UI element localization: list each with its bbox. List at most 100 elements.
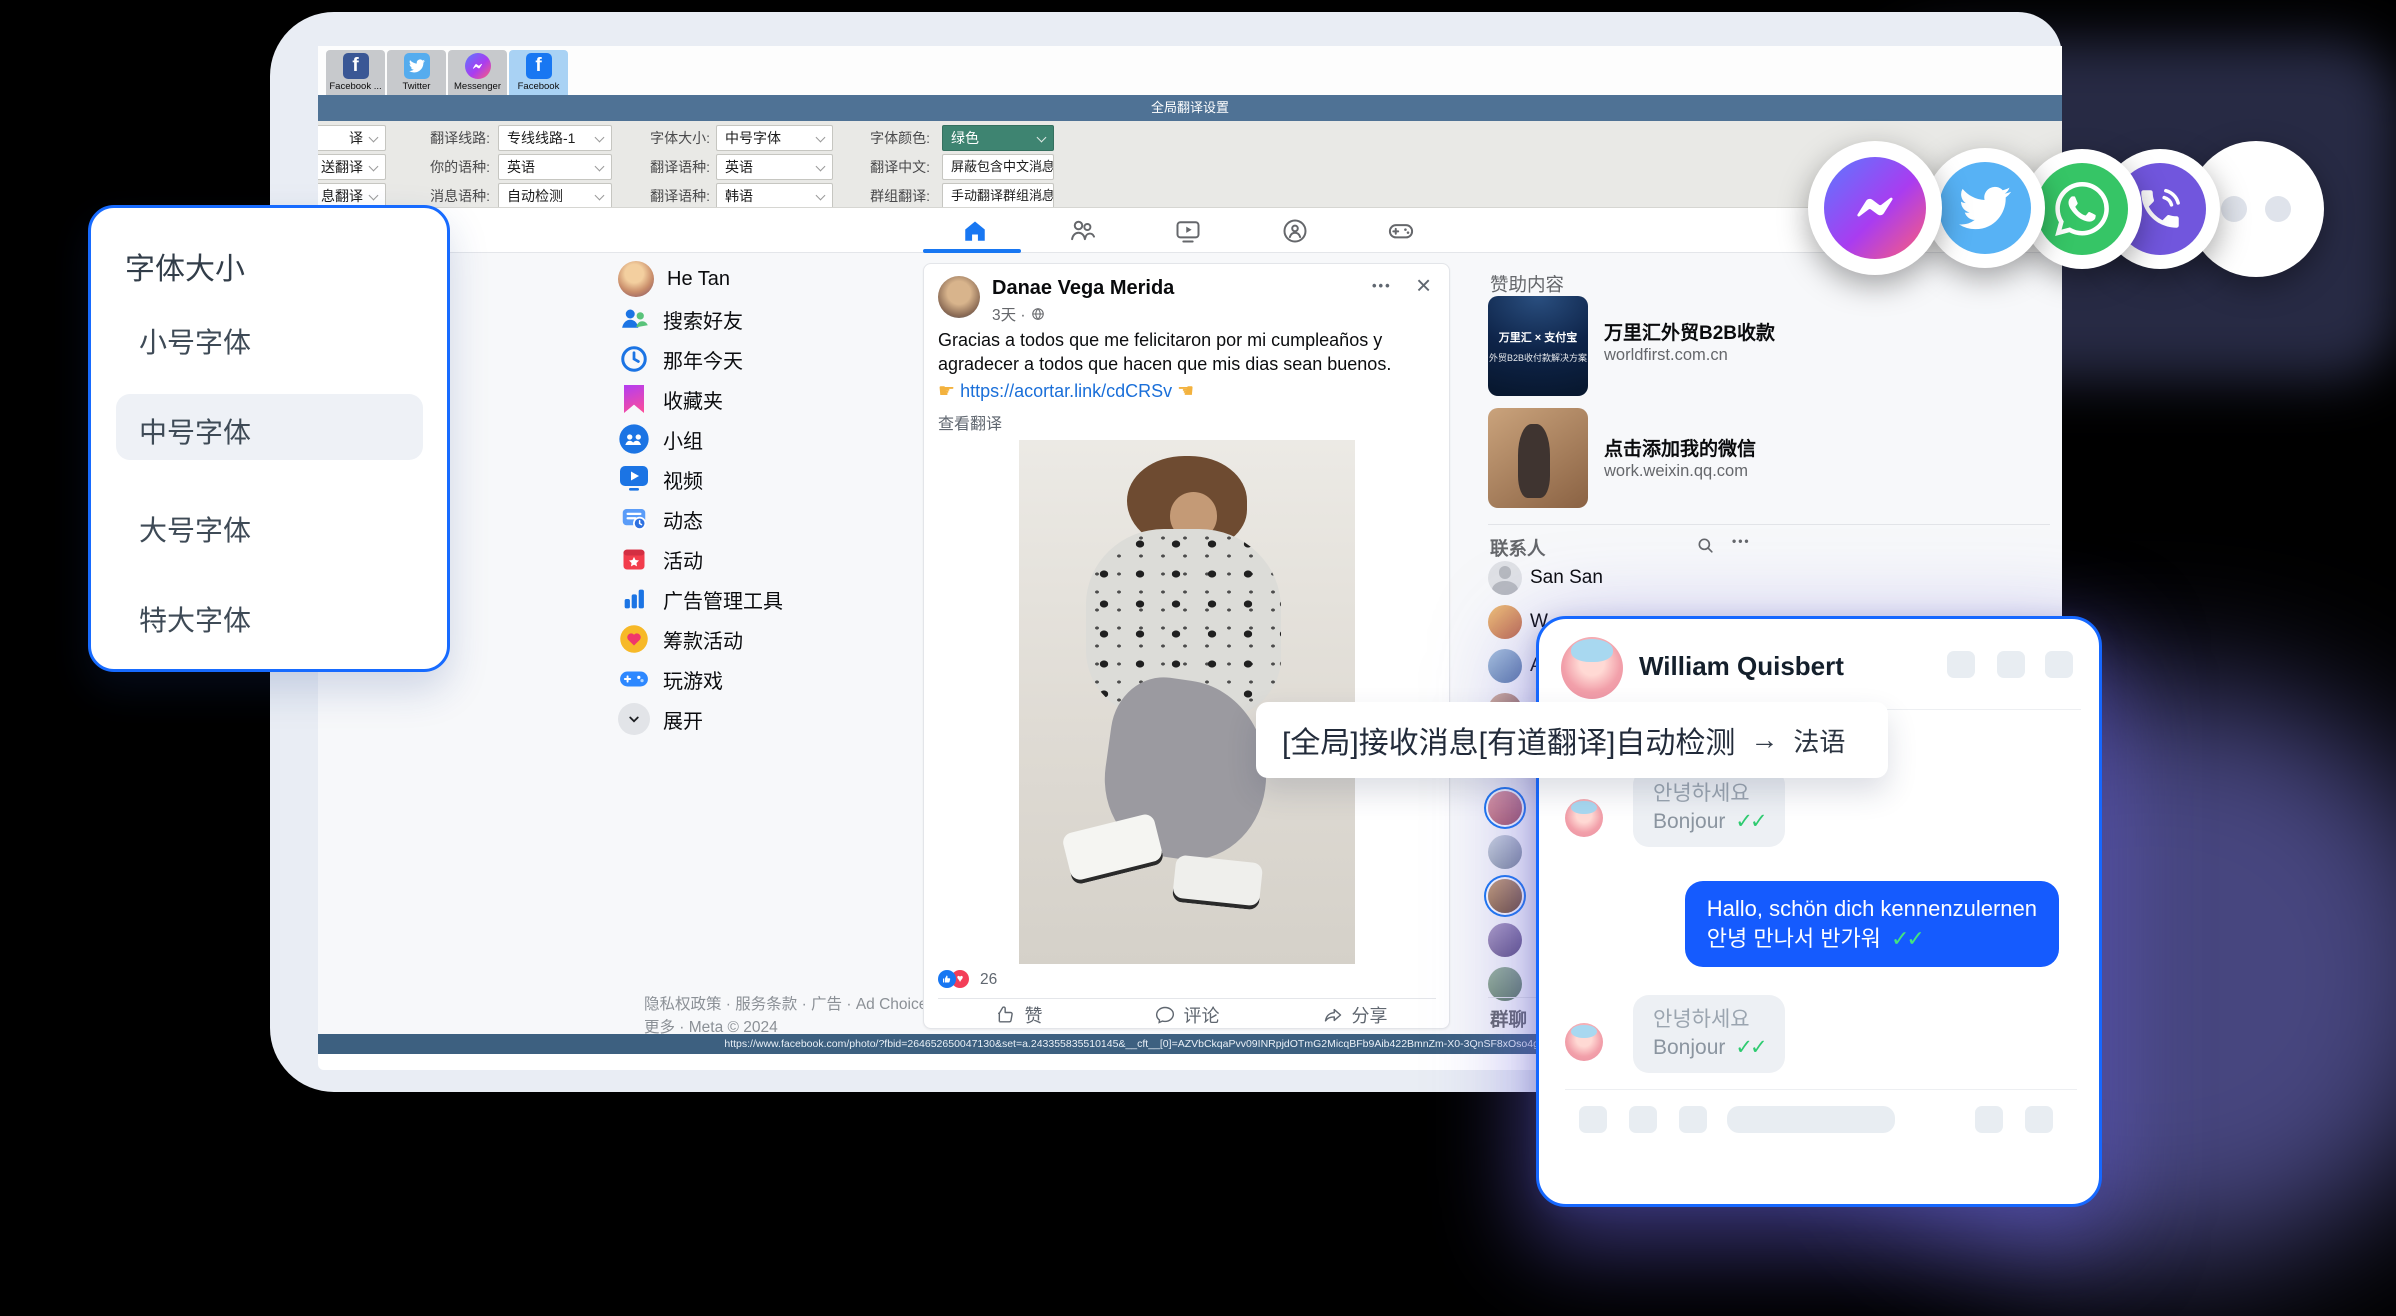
friends-icon[interactable]: [1062, 211, 1102, 251]
post-link-line[interactable]: ☛ https://acortar.link/cdCRSv ☚: [938, 380, 1436, 403]
gaming-icon[interactable]: [1381, 211, 1421, 251]
avatar[interactable]: [938, 276, 980, 318]
contact-row[interactable]: A: [1488, 649, 1543, 683]
chat-control-button[interactable]: [1997, 651, 2025, 678]
sidebar-item-gaming[interactable]: 玩游戏: [618, 659, 918, 699]
chevron-down-icon: [816, 133, 826, 143]
avatar: [1565, 799, 1603, 837]
avatar: [618, 261, 654, 297]
post-more-button[interactable]: •••: [1372, 278, 1392, 293]
divider: [1565, 1089, 2077, 1090]
watch-icon[interactable]: [1168, 211, 1208, 251]
chat-input-placeholder[interactable]: [1727, 1106, 1895, 1133]
pointing-left-icon: ☚: [1177, 381, 1194, 402]
contact-row[interactable]: [1488, 923, 1522, 957]
setting-label: 翻译中文:: [826, 154, 930, 180]
comment-button[interactable]: 评论: [1102, 1002, 1272, 1028]
twitter-circle[interactable]: [1925, 148, 2045, 268]
sidebar-item-video[interactable]: 视频: [618, 459, 918, 499]
sidebar-item-profile[interactable]: He Tan: [618, 259, 918, 299]
search-icon[interactable]: [1696, 536, 1716, 561]
post-link[interactable]: https://acortar.link/cdCRSv: [960, 381, 1172, 401]
font-color-select[interactable]: 绿色: [942, 125, 1054, 151]
share-button[interactable]: 分享: [1270, 1002, 1440, 1028]
sidebar-item-feeds[interactable]: 动态: [618, 499, 918, 539]
sidebar-item-groups[interactable]: 小组: [618, 419, 918, 459]
setting-select[interactable]: 手动翻译群组消息: [942, 183, 1054, 208]
chevron-down-icon: [618, 703, 650, 735]
font-option-small[interactable]: 小号字体: [139, 321, 251, 361]
post-text: Gracias a todos que me felicitaron por m…: [938, 328, 1436, 376]
video-icon: [618, 463, 650, 495]
contact-row[interactable]: [1488, 967, 1522, 1001]
contacts-more-button[interactable]: •••: [1732, 534, 1751, 548]
sidebar-item-fundraisers[interactable]: 筹款活动: [618, 619, 918, 659]
setting-select[interactable]: 自动检测: [498, 183, 612, 208]
chat-toolbar-button[interactable]: [1679, 1106, 1707, 1133]
chat-toolbar-button[interactable]: [2025, 1106, 2053, 1133]
setting-label: 翻译语种:: [610, 154, 710, 180]
contact-row[interactable]: [1488, 879, 1522, 913]
groups-icon[interactable]: [1275, 211, 1315, 251]
setting-label: 字体颜色:: [826, 125, 930, 151]
contact-row[interactable]: [1488, 835, 1522, 869]
sidebar-item-saved[interactable]: 收藏夹: [618, 379, 918, 419]
font-option-medium[interactable]: 中号字体: [139, 411, 251, 451]
comment-icon: [1155, 1005, 1175, 1025]
sidebar-item-events[interactable]: 活动: [618, 539, 918, 579]
contacts-title: 联系人: [1490, 535, 1546, 561]
pointing-right-icon: ☛: [938, 381, 955, 402]
bookmark-icon: [618, 383, 650, 415]
chat-toolbar-button[interactable]: [1975, 1106, 2003, 1133]
setting-select[interactable]: 英语: [498, 154, 612, 180]
avatar: [1488, 791, 1522, 825]
tab-messenger[interactable]: Messenger: [448, 50, 507, 95]
tab-twitter[interactable]: Twitter: [387, 50, 446, 95]
clock-icon: [618, 343, 650, 375]
translated-check-icon: ✓✓: [1735, 810, 1764, 833]
sidebar-item-memories[interactable]: 那年今天: [618, 339, 918, 379]
share-icon: [1323, 1005, 1343, 1025]
view-translation-link[interactable]: 查看翻译: [938, 410, 1002, 434]
setting-select[interactable]: 专线线路-1: [498, 125, 612, 151]
chat-toolbar-button[interactable]: [1629, 1106, 1657, 1133]
chat-control-button[interactable]: [1947, 651, 1975, 678]
chevron-down-icon: [595, 162, 605, 172]
tab-label: Twitter: [403, 81, 431, 92]
setting-label: 字体大小:: [610, 125, 710, 151]
chevron-down-icon: [595, 191, 605, 201]
setting-select[interactable]: 屏蔽包含中文消息: [942, 154, 1054, 180]
tab-facebook-active[interactable]: f Facebook: [509, 50, 568, 95]
photo-figure: [1171, 855, 1263, 911]
chat-toolbar-button[interactable]: [1579, 1106, 1607, 1133]
post-author[interactable]: Danae Vega Merida: [992, 277, 1174, 300]
contact-row[interactable]: San San: [1488, 561, 1603, 595]
reactions-row[interactable]: ♥ 26: [938, 970, 1058, 990]
chat-control-button[interactable]: [2045, 651, 2073, 678]
gamepad-icon: [618, 663, 650, 695]
font-option-large[interactable]: 大号字体: [139, 509, 251, 549]
setting-select[interactable]: 韩语: [716, 183, 833, 208]
avatar: [1488, 923, 1522, 957]
ad-url: work.weixin.qq.com: [1604, 462, 1748, 481]
ad-title[interactable]: 万里汇外贸B2B收款: [1604, 318, 1775, 345]
ad-title[interactable]: 点击添加我的微信: [1604, 434, 1756, 461]
chevron-down-icon: [595, 133, 605, 143]
dot: [2265, 196, 2291, 222]
setting-select[interactable]: 英语: [716, 154, 833, 180]
ad-image[interactable]: [1488, 408, 1588, 508]
setting-select[interactable]: 中号字体: [716, 125, 833, 151]
like-button[interactable]: 赞: [934, 1002, 1104, 1028]
setting-label: 翻译语种:: [610, 183, 710, 208]
ad-image[interactable]: 万里汇 × 支付宝 外贸B2B收付款解决方案: [1488, 296, 1588, 396]
messenger-circle[interactable]: [1808, 141, 1942, 275]
font-option-xlarge[interactable]: 特大字体: [139, 599, 251, 639]
avatar: [1565, 1023, 1603, 1061]
tab-facebook-1[interactable]: f Facebook ...: [326, 50, 385, 95]
sidebar-item-expand[interactable]: 展开: [618, 699, 918, 739]
post-close-button[interactable]: ×: [1416, 272, 1431, 298]
home-icon[interactable]: [955, 211, 995, 251]
contact-row[interactable]: [1488, 791, 1522, 825]
sidebar-item-find-friends[interactable]: 搜索好友: [618, 299, 918, 339]
sidebar-item-ads-manager[interactable]: 广告管理工具: [618, 579, 918, 619]
